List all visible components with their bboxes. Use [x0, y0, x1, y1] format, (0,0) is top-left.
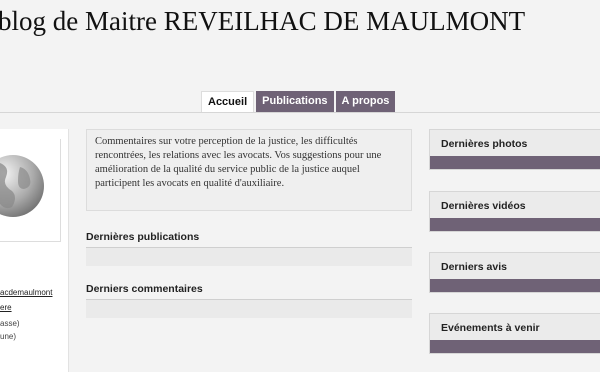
tab-accueil[interactable]: Accueil: [201, 91, 255, 112]
widget-title[interactable]: Evénements à venir: [441, 322, 540, 334]
widget-title[interactable]: Dernières vidéos: [441, 200, 526, 212]
latest-comments-title: Derniers commentaires: [86, 283, 203, 295]
widget-footer-bar: [430, 156, 600, 169]
widget-title[interactable]: Derniers avis: [441, 261, 507, 273]
tab-divider: [0, 112, 600, 113]
avatar[interactable]: [0, 139, 61, 242]
widget-title[interactable]: Dernières photos: [441, 138, 527, 150]
main-tabs: Accueil Publications A propos: [201, 91, 396, 112]
widget-latest-videos: Dernières vidéos: [429, 191, 600, 232]
globe-icon: [0, 155, 44, 217]
profile-info-2: une): [0, 332, 17, 341]
widget-footer-bar: [430, 340, 600, 353]
widget-latest-photos: Dernières photos: [429, 129, 600, 170]
profile-link-username[interactable]: acdemaulmont: [0, 288, 52, 297]
blog-description: Commentaires sur votre perception de la …: [86, 129, 412, 211]
widget-footer-bar: [430, 218, 600, 231]
profile-info-1: asse): [0, 319, 20, 328]
profile-link-secondary[interactable]: ere: [0, 303, 12, 312]
tab-a-propos[interactable]: A propos: [335, 91, 396, 112]
widget-footer-bar: [430, 279, 600, 292]
latest-comments-list: [86, 300, 412, 318]
latest-publications-list: [86, 248, 412, 266]
latest-publications-title: Dernières publications: [86, 231, 200, 243]
widget-latest-reviews: Derniers avis: [429, 252, 600, 293]
page-title: blog de Maitre REVEILHAC DE MAULMONT: [0, 6, 526, 36]
tab-publications[interactable]: Publications: [256, 91, 334, 112]
profile-sidebar: acdemaulmont ere asse) une): [0, 129, 69, 372]
widget-upcoming-events: Evénements à venir: [429, 313, 600, 354]
